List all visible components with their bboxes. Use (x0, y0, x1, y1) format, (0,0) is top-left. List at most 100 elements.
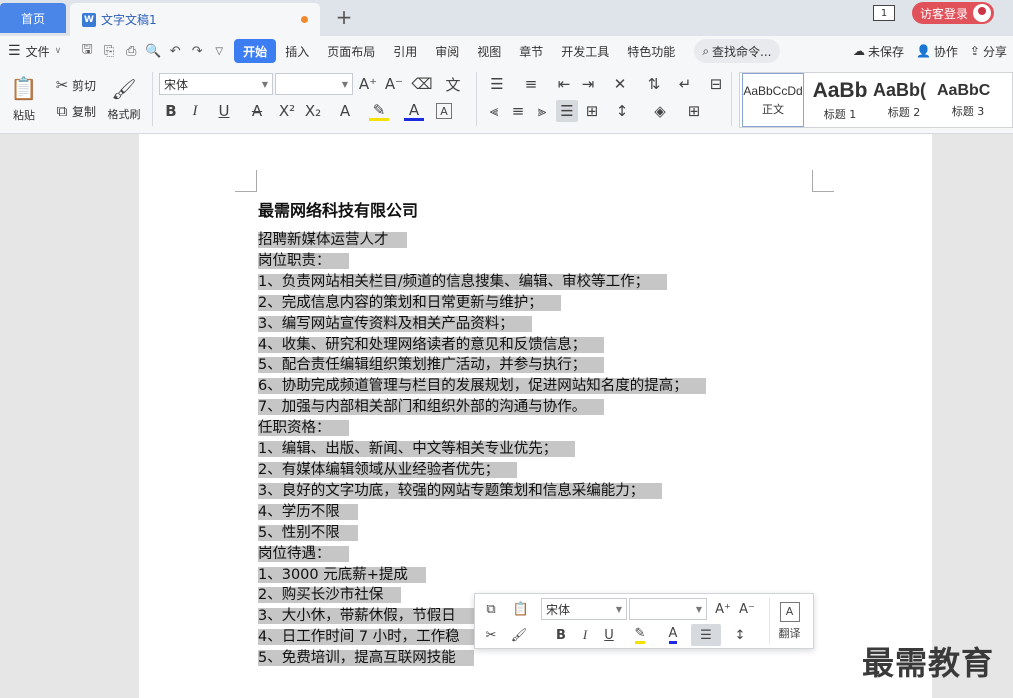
style-normal[interactable]: AaBbCcDd 正文 (742, 73, 804, 127)
phonetic-icon: 文 (445, 75, 461, 94)
grow-font-button[interactable]: A⁺ (358, 74, 378, 94)
export-icon[interactable]: ⎘ (98, 40, 120, 62)
char-border-button[interactable]: A (434, 101, 454, 121)
numbered-list-button[interactable]: ≡ (518, 74, 544, 94)
font-size-select[interactable]: ▼ (275, 73, 353, 95)
borders-button[interactable]: ⊞ (680, 101, 708, 121)
tab-view[interactable]: 视图 (468, 39, 510, 63)
print-preview-icon[interactable]: 🔍 (142, 40, 164, 62)
cut-button[interactable]: ✂ 剪切 (52, 74, 96, 96)
cut-label: 剪切 (72, 78, 97, 93)
translate-button[interactable]: A 翻译 (769, 598, 809, 644)
bold-button[interactable]: B (161, 101, 181, 121)
tab-start[interactable]: 开始 (234, 39, 277, 63)
subscript-icon: X₂ (304, 102, 322, 120)
bullet-list-button[interactable]: ☰ (484, 74, 510, 94)
grow-font-button[interactable]: A⁺ (713, 599, 733, 619)
font-name-select[interactable]: 宋体 ▼ (541, 598, 627, 620)
justify-button[interactable]: ☰ (556, 100, 578, 122)
shading-button[interactable]: ◈ (646, 101, 674, 121)
scissors-icon: ✂ (55, 76, 69, 94)
highlight-button[interactable]: ✎ (625, 625, 655, 645)
tab-developer[interactable]: 开发工具 (552, 39, 618, 63)
justify-button[interactable]: ☰ (691, 624, 721, 646)
justify-icon: ☰ (700, 627, 712, 643)
tab-special[interactable]: 特色功能 (618, 39, 684, 63)
superscript-button[interactable]: X² (276, 101, 298, 121)
increase-indent-button[interactable]: ⇥ (578, 74, 598, 94)
tab-references[interactable]: 引用 (384, 39, 426, 63)
print-icon[interactable]: ⎙ (120, 40, 142, 62)
sort-button[interactable]: ⇅ (644, 74, 664, 94)
copy-button[interactable]: ⧉ 复制 (52, 100, 96, 122)
guest-login-button[interactable]: 访客登录 (912, 2, 994, 24)
text-line: 2、完成信息内容的策划和日常更新与维护； (258, 293, 706, 314)
tab-review[interactable]: 审阅 (426, 39, 468, 63)
clear-format-button[interactable]: ⌫ (411, 74, 432, 94)
document-tab-title: 文字文稿1 (101, 13, 157, 27)
cut-button[interactable]: ✂ (481, 625, 501, 645)
collab-label: 协作 (933, 44, 958, 59)
text-effect-icon: A (339, 102, 351, 120)
highlight-button[interactable]: ✎ (364, 101, 394, 121)
font-name-value: 宋体 (164, 77, 189, 92)
file-menu[interactable]: ☰ 文件 ∨ (0, 39, 70, 63)
undo-icon[interactable]: ↶ (164, 40, 186, 62)
style-heading-2[interactable]: AaBb( 标题 2 (872, 73, 936, 127)
tab-ruler-button[interactable]: ⊟ (706, 74, 726, 94)
chinese-layout-button[interactable]: ✕ (606, 74, 634, 94)
tab-insert[interactable]: 插入 (276, 39, 318, 63)
paste-button[interactable]: 📋 (507, 599, 535, 619)
font-name-select[interactable]: 宋体 ▼ (159, 73, 273, 95)
underline-button[interactable]: U (599, 625, 619, 645)
strikethrough-button[interactable]: A (244, 101, 270, 121)
format-painter-button[interactable]: 🖌 (509, 625, 529, 645)
copy-button[interactable]: ⧉ (481, 599, 501, 619)
underline-button[interactable]: U (210, 101, 238, 121)
paste-button[interactable]: 📋 粘贴 (6, 72, 42, 126)
font-color-button[interactable]: A (659, 625, 687, 645)
shrink-font-button[interactable]: A⁻ (737, 599, 757, 619)
share-label: 分享 (982, 44, 1007, 59)
line-spacing-button[interactable]: ↕ (725, 625, 755, 645)
show-marks-button[interactable]: ↵ (672, 74, 698, 94)
italic-button[interactable]: I (575, 625, 595, 645)
align-right-button[interactable]: ⫸ (532, 101, 552, 121)
command-search[interactable]: ⌕ 查找命令... (694, 39, 780, 63)
style-heading-3[interactable]: AaBbC 标题 3 (936, 73, 1000, 127)
font-size-select[interactable]: ▼ (629, 598, 707, 620)
align-center-button[interactable]: ≡ (508, 101, 528, 121)
decrease-indent-button[interactable]: ⇤ (554, 74, 574, 94)
tab-document[interactable]: W 文字文稿1 (70, 3, 320, 36)
tab-home[interactable]: 首页 (0, 3, 66, 33)
cloud-save-status[interactable]: ☁ 未保存 (847, 43, 910, 60)
share-button[interactable]: ⇪ 分享 (964, 43, 1013, 60)
user-add-icon: 👤 (915, 44, 931, 58)
font-color-icon: A (404, 101, 424, 121)
style-preview: AaBbC (937, 81, 991, 99)
align-left-button[interactable]: ⫷ (484, 101, 504, 121)
writer-doc-icon: W (82, 12, 96, 27)
italic-button[interactable]: I (185, 101, 205, 121)
font-color-button[interactable]: A (400, 101, 428, 121)
distribute-button[interactable]: ⊞ (582, 101, 602, 121)
style-heading-1[interactable]: AaBb 标题 1 (808, 73, 872, 127)
bold-button[interactable]: B (551, 625, 571, 645)
more-icon[interactable]: ▽ (208, 40, 230, 62)
shrink-font-button[interactable]: A⁻ (384, 74, 404, 94)
redo-icon[interactable]: ↷ (186, 40, 208, 62)
line-spacing-button[interactable]: ↕ (608, 101, 636, 121)
tab-section[interactable]: 章节 (510, 39, 552, 63)
highlighter-icon: ✎ (634, 626, 646, 644)
save-icon[interactable]: 🖫 (76, 40, 98, 62)
sort-icon: ⇅ (647, 75, 661, 93)
translate-icon: A (779, 601, 800, 622)
page-count-indicator[interactable]: 1 (873, 5, 895, 21)
tab-page-layout[interactable]: 页面布局 (318, 39, 384, 63)
format-painter-button[interactable]: 🖌 格式刷 (104, 72, 144, 126)
text-effect-button[interactable]: A (332, 101, 358, 121)
phonetic-button[interactable]: 文 (440, 74, 466, 94)
collab-button[interactable]: 👤 协作 (910, 43, 964, 60)
new-tab-button[interactable]: + (333, 4, 355, 30)
subscript-button[interactable]: X₂ (302, 101, 324, 121)
